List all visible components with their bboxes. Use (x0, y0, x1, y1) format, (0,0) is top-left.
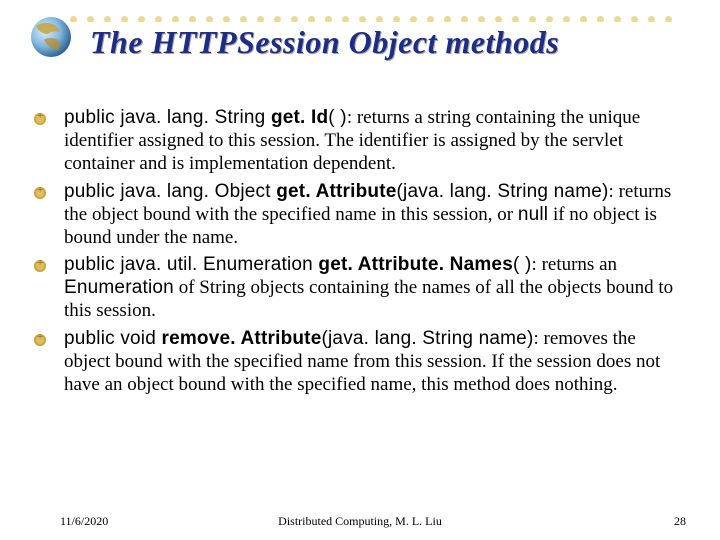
bullet-item: public java. util. Enumeration get. Attr… (60, 253, 680, 327)
title-dots-decoration (70, 10, 710, 22)
slide-body: public java. lang. String get. Id( ): re… (60, 106, 680, 400)
bullet-item: public void remove. Attribute(java. lang… (60, 327, 680, 401)
bullet-item: public java. lang. String get. Id( ): re… (60, 106, 680, 180)
code-signature: public java. lang. Object get. Attribute… (64, 181, 609, 202)
slide-title: The HTTPSession Object methods (90, 26, 559, 60)
code-signature: public java. util. Enumeration get. Attr… (64, 254, 532, 275)
footer-credit: Distributed Computing, M. L. Liu (0, 514, 720, 529)
slide-footer: 11/6/2020 Distributed Computing, M. L. L… (0, 514, 720, 534)
footer-page-number: 28 (674, 514, 686, 529)
code-signature: public java. lang. String get. Id( ) (64, 107, 347, 128)
globe-icon (30, 16, 72, 58)
code-signature: public void remove. Attribute(java. lang… (64, 328, 533, 349)
bullet-item: public java. lang. Object get. Attribute… (60, 180, 680, 254)
